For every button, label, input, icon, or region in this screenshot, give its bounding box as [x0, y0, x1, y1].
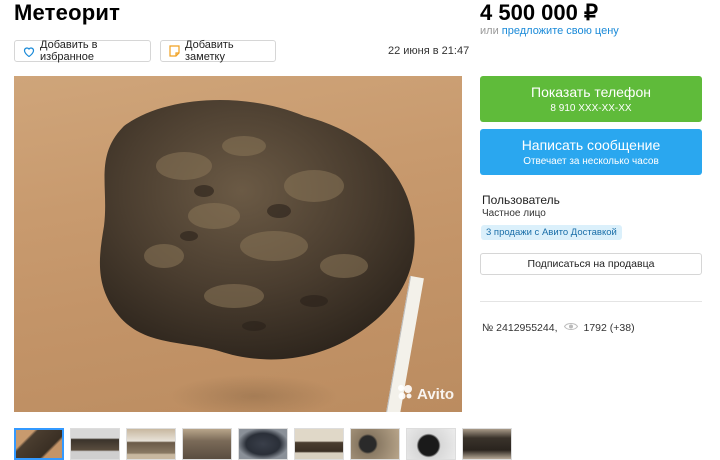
note-icon — [169, 45, 180, 57]
divider — [480, 301, 702, 302]
thumbnail-7[interactable] — [350, 428, 400, 460]
eye-icon — [563, 322, 578, 334]
heart-icon — [23, 46, 35, 57]
listing-title: Метеорит — [14, 0, 121, 25]
thumbnail-strip — [14, 428, 512, 460]
subscribe-button[interactable]: Подписаться на продавца — [480, 253, 702, 275]
delivery-badge: 3 продажи с Авито Доставкой — [481, 225, 622, 240]
thumbnail-9[interactable] — [462, 428, 512, 460]
thumbnail-4[interactable] — [182, 428, 232, 460]
add-to-favorites-label: Добавить в избранное — [40, 39, 98, 63]
views-count: 1792 (+38) — [583, 322, 635, 334]
listing-date: 22 июня в 21:47 — [388, 45, 470, 57]
thumbnail-5[interactable] — [238, 428, 288, 460]
show-phone-label: Показать телефон — [531, 84, 651, 100]
add-note-button[interactable]: Добавить заметку — [160, 39, 276, 63]
avito-logo-icon — [397, 384, 413, 404]
thumbnail-2[interactable] — [70, 428, 120, 460]
thumbnail-1[interactable] — [14, 428, 64, 460]
thumbnail-6[interactable] — [294, 428, 344, 460]
seller-type: Частное лицо — [482, 208, 546, 219]
response-time: Отвечает за несколько часов — [523, 156, 659, 167]
offer-price-link[interactable]: предложите свою цену — [502, 25, 619, 37]
show-phone-button[interactable]: Показать телефон 8 910 XXX-XX-XX — [480, 76, 702, 122]
price-offer: или предложите свою цену — [480, 25, 619, 37]
phone-masked: 8 910 XXX-XX-XX — [550, 103, 632, 114]
add-note-label: Добавить заметку — [185, 39, 234, 63]
avito-watermark: Avito — [397, 384, 454, 404]
thumbnail-8[interactable] — [406, 428, 456, 460]
add-to-favorites-button[interactable]: Добавить в избранное — [14, 39, 151, 63]
listing-stats: № 2412955244, 1792 (+38) — [482, 322, 635, 334]
seller-name[interactable]: Пользователь — [482, 193, 560, 207]
listing-number: № 2412955244, — [482, 322, 558, 334]
price: 4 500 000 ₽ — [480, 0, 598, 25]
thumbnail-3[interactable] — [126, 428, 176, 460]
main-photo[interactable]: Avito — [14, 76, 462, 412]
write-message-label: Написать сообщение — [521, 137, 661, 153]
write-message-button[interactable]: Написать сообщение Отвечает за несколько… — [480, 129, 702, 175]
